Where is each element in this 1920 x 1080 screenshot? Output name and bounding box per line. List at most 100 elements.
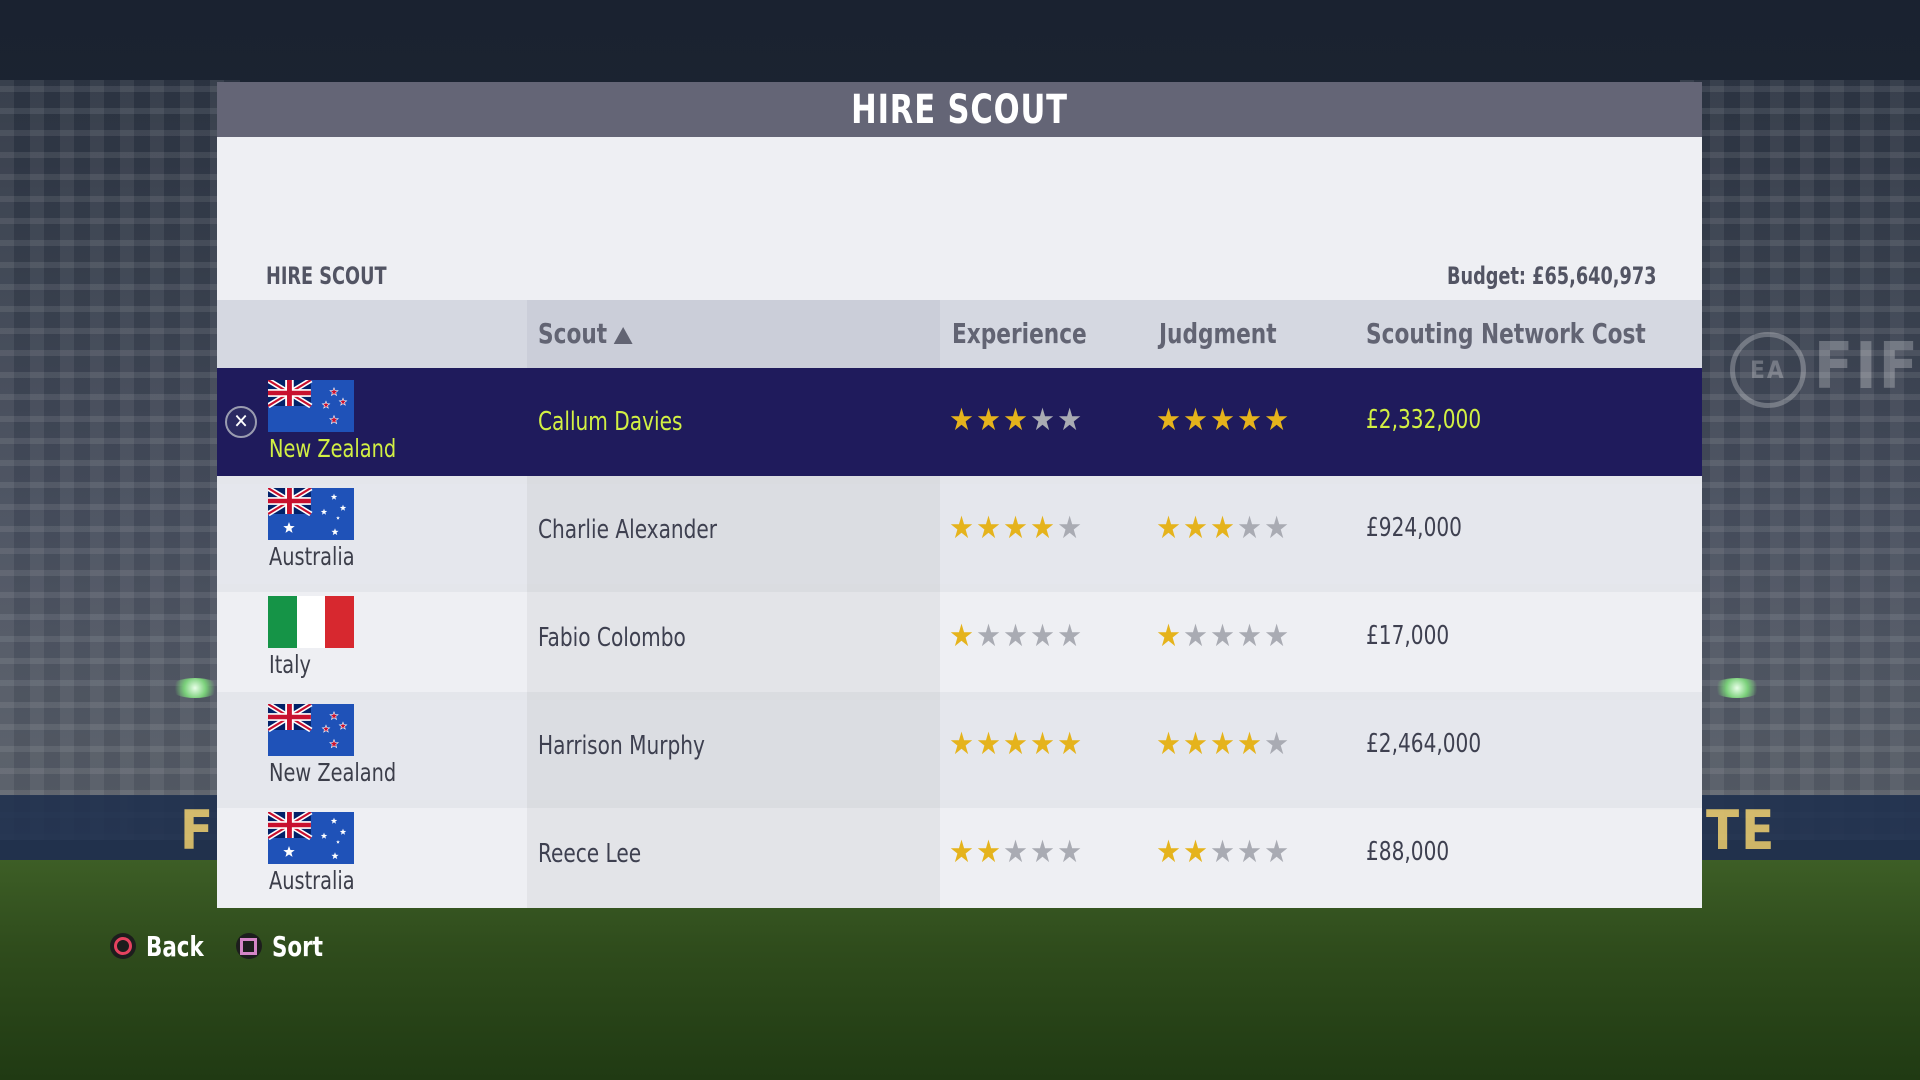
- scout-name: Fabio Colombo: [538, 623, 686, 653]
- scout-country: New Zealand: [269, 434, 397, 463]
- star-filled-icon: ★: [1183, 402, 1211, 438]
- table-row-selected[interactable]: ✕ New Zealand Callum Davies ★★★★★ ★★★★★ £2,33…: [217, 368, 1702, 476]
- hire-scout-panel: HIRE SCOUT HIRE SCOUT Budget: £65,640,97…: [217, 82, 1702, 908]
- panel-header: HIRE SCOUT: [217, 82, 1702, 137]
- fifa-logo-text: FIF: [1813, 330, 1920, 404]
- star-filled-icon: ★: [976, 726, 1004, 762]
- experience-rating: ★★★★★: [949, 476, 1084, 584]
- scout-name: Reece Lee: [538, 839, 642, 869]
- star-empty-icon: ★: [1057, 402, 1085, 438]
- table-header: Scout Experience Judgment Scouting Netwo…: [217, 300, 1702, 368]
- star-filled-icon: ★: [1210, 510, 1238, 546]
- star-filled-icon: ★: [1030, 510, 1058, 546]
- experience-rating: ★★★★★: [949, 368, 1084, 476]
- stands-right: [1680, 80, 1920, 840]
- sort-button[interactable]: Sort: [235, 929, 332, 963]
- star-empty-icon: ★: [1237, 834, 1265, 870]
- star-empty-icon: ★: [1003, 618, 1031, 654]
- australia-flag-icon: [268, 488, 354, 540]
- star-filled-icon: ★: [949, 510, 977, 546]
- star-empty-icon: ★: [1237, 510, 1265, 546]
- star-filled-icon: ★: [1183, 510, 1211, 546]
- scout-country: New Zealand: [269, 758, 397, 787]
- table-row[interactable]: Australia Charlie Alexander ★★★★★ ★★★★★ £924…: [217, 476, 1702, 584]
- star-filled-icon: ★: [1183, 834, 1211, 870]
- stands-left: [0, 80, 240, 840]
- experience-rating: ★★★★★: [949, 800, 1084, 908]
- ea-circle-icon: EA: [1729, 332, 1806, 409]
- australia-flag-icon: [268, 812, 354, 864]
- column-header-judgment[interactable]: Judgment: [1159, 300, 1277, 368]
- column-header-scout-label: Scout: [538, 317, 608, 350]
- experience-rating: ★★★★★: [949, 692, 1084, 800]
- scout-country: Italy: [269, 650, 311, 679]
- table-row[interactable]: New Zealand Harrison Murphy ★★★★★ ★★★★★ £2,4…: [217, 692, 1702, 800]
- sort-ascending-icon: [614, 327, 633, 344]
- floodlight-right: [1712, 678, 1762, 698]
- column-header-experience[interactable]: Experience: [952, 300, 1087, 368]
- scout-name: Callum Davies: [538, 407, 683, 437]
- column-header-cost[interactable]: Scouting Network Cost: [1366, 300, 1646, 368]
- star-empty-icon: ★: [976, 618, 1004, 654]
- star-empty-icon: ★: [1210, 618, 1238, 654]
- star-empty-icon: ★: [1057, 834, 1085, 870]
- scout-name: Harrison Murphy: [538, 731, 705, 761]
- star-filled-icon: ★: [1156, 510, 1184, 546]
- star-filled-icon: ★: [949, 618, 977, 654]
- advertising-banner-right: TE TEAM: [1700, 795, 1920, 925]
- star-filled-icon: ★: [1156, 402, 1184, 438]
- table-row[interactable]: Italy Fabio Colombo ★★★★★ ★★★★★ £17,000: [217, 584, 1702, 692]
- star-empty-icon: ★: [1264, 834, 1292, 870]
- star-filled-icon: ★: [976, 510, 1004, 546]
- star-filled-icon: ★: [1057, 726, 1085, 762]
- star-empty-icon: ★: [1057, 510, 1085, 546]
- star-empty-icon: ★: [1264, 618, 1292, 654]
- judgment-rating: ★★★★★: [1156, 584, 1291, 692]
- star-empty-icon: ★: [1030, 618, 1058, 654]
- fifa-logo: EA FIF: [1729, 330, 1920, 409]
- new-zealand-flag-icon: [268, 380, 354, 432]
- scouting-network-cost: £2,332,000: [1366, 405, 1482, 435]
- experience-rating: ★★★★★: [949, 584, 1084, 692]
- star-filled-icon: ★: [1030, 726, 1058, 762]
- advertising-banner-left: FI: [0, 795, 233, 865]
- star-filled-icon: ★: [1156, 618, 1184, 654]
- floodlight-left: [170, 678, 220, 698]
- button-prompts: Back Sort: [110, 928, 354, 964]
- star-empty-icon: ★: [1030, 402, 1058, 438]
- circle-button-icon: [110, 933, 136, 959]
- new-zealand-flag-icon: [268, 704, 354, 756]
- scouting-network-cost: £88,000: [1366, 837, 1450, 867]
- judgment-rating: ★★★★★: [1156, 692, 1291, 800]
- table-body: ✕ New Zealand Callum Davies ★★★★★ ★★★★★ £2,33…: [217, 368, 1702, 908]
- scout-table: Scout Experience Judgment Scouting Netwo…: [217, 300, 1702, 908]
- scout-country: Australia: [269, 542, 355, 571]
- star-filled-icon: ★: [976, 834, 1004, 870]
- star-filled-icon: ★: [1210, 402, 1238, 438]
- scout-name: Charlie Alexander: [538, 515, 718, 545]
- sort-label: Sort: [271, 929, 323, 963]
- star-empty-icon: ★: [1237, 618, 1265, 654]
- column-header-scout[interactable]: Scout: [538, 300, 633, 368]
- star-filled-icon: ★: [976, 402, 1004, 438]
- star-empty-icon: ★: [1183, 618, 1211, 654]
- star-filled-icon: ★: [1003, 726, 1031, 762]
- star-filled-icon: ★: [1210, 726, 1238, 762]
- page-title: HIRE SCOUT: [851, 86, 1068, 133]
- back-button[interactable]: Back: [110, 930, 214, 963]
- star-empty-icon: ★: [1264, 726, 1292, 762]
- star-filled-icon: ★: [1156, 726, 1184, 762]
- star-empty-icon: ★: [1003, 834, 1031, 870]
- star-empty-icon: ★: [1057, 618, 1085, 654]
- star-filled-icon: ★: [1003, 402, 1031, 438]
- scouting-network-cost: £924,000: [1366, 513, 1462, 543]
- italy-flag-icon: [268, 596, 354, 648]
- star-empty-icon: ★: [1210, 834, 1238, 870]
- section-title: HIRE SCOUT: [266, 262, 387, 290]
- star-filled-icon: ★: [1156, 834, 1184, 870]
- judgment-rating: ★★★★★: [1156, 800, 1291, 908]
- scouting-network-cost: £2,464,000: [1366, 729, 1482, 759]
- star-empty-icon: ★: [1264, 510, 1292, 546]
- star-filled-icon: ★: [1183, 726, 1211, 762]
- table-row[interactable]: Australia Reece Lee ★★★★★ ★★★★★ £88,000: [217, 800, 1702, 908]
